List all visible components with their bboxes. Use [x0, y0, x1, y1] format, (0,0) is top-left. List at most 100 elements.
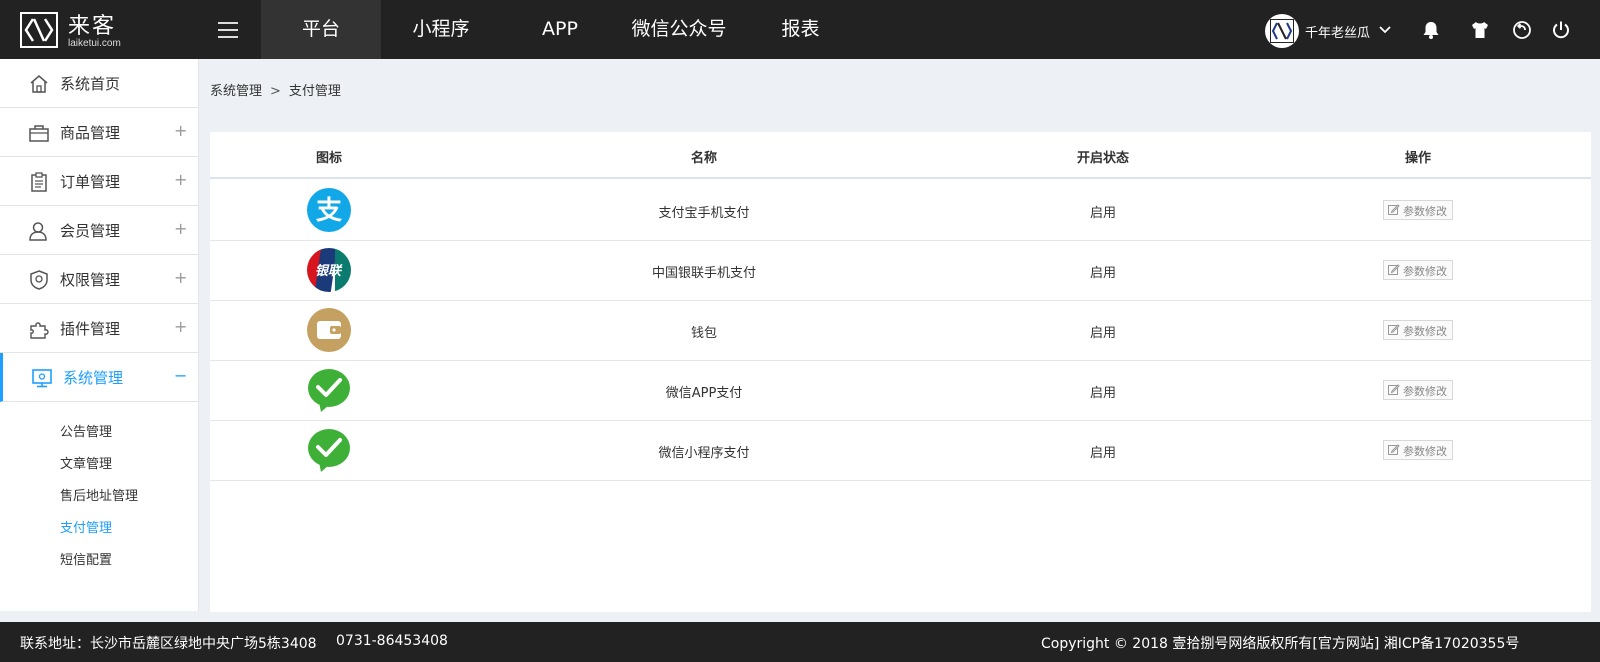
- nav-tab-miniprogram[interactable]: 小程序: [381, 0, 501, 59]
- monitor-icon: [32, 369, 52, 388]
- shield-icon: [30, 270, 48, 290]
- expand-icon: +: [174, 121, 188, 140]
- payment-name: 微信APP支付: [665, 386, 743, 401]
- table-row: 钱包 启用 参数修改: [210, 300, 1591, 361]
- sidebar-item-label: 会员管理: [60, 222, 121, 240]
- sidebar-item-home[interactable]: 系统首页: [0, 59, 199, 108]
- sidebar-item-system[interactable]: 系统管理 −: [0, 353, 199, 402]
- expand-icon: +: [174, 219, 188, 238]
- unionpay-icon: 银联: [307, 248, 351, 292]
- sidebar-subitem-aftersale-address[interactable]: 售后地址管理: [60, 485, 138, 504]
- sidebar-item-label: 插件管理: [60, 320, 121, 338]
- breadcrumb-current: 支付管理: [288, 84, 341, 99]
- top-header: 来客 laiketui.com 平台 小程序 APP 微信公众号 报表 千年老丝…: [0, 0, 1600, 59]
- footer-copyright: Copyright © 2018 壹拾捌号网络版权所有[官方网站] 湘ICP备1…: [1041, 636, 1520, 652]
- alipay-icon: 支: [307, 188, 351, 232]
- edit-params-button[interactable]: 参数修改: [1383, 320, 1453, 340]
- logo[interactable]: 来客 laiketui.com: [20, 10, 170, 50]
- edit-params-label: 参数修改: [1403, 445, 1447, 458]
- sidebar-item-orders[interactable]: 订单管理 +: [0, 157, 199, 206]
- logo-name: 来客: [68, 14, 117, 39]
- column-header-actions: 操作: [1404, 151, 1432, 166]
- puzzle-icon: [30, 322, 49, 339]
- payment-status: 启用: [1089, 206, 1117, 221]
- footer-address: 联系地址：长沙市岳麓区绿地中央广场5栋3408: [20, 636, 317, 652]
- table-row: 银联 中国银联手机支付 启用 参数修改: [210, 240, 1591, 301]
- user-icon: [29, 222, 47, 241]
- edit-params-label: 参数修改: [1403, 205, 1447, 218]
- payment-status: 启用: [1089, 446, 1117, 461]
- breadcrumb: 系统管理 > 支付管理: [210, 80, 341, 99]
- footer-phone: 0731-86453408: [336, 633, 448, 649]
- edit-icon: [1388, 204, 1400, 215]
- edit-params-button[interactable]: 参数修改: [1383, 380, 1453, 400]
- refresh-icon[interactable]: [1512, 20, 1532, 40]
- table-row: 微信APP支付 启用 参数修改: [210, 360, 1591, 421]
- sidebar-item-label: 系统管理: [63, 369, 124, 387]
- nav-tab-platform[interactable]: 平台: [261, 0, 381, 59]
- wechat-pay-icon: [308, 429, 350, 472]
- chevron-down-icon: [1379, 26, 1391, 34]
- user-name: 千年老丝瓜: [1305, 26, 1371, 41]
- sidebar-item-label: 订单管理: [60, 173, 121, 191]
- payment-status: 启用: [1089, 326, 1117, 341]
- sidebar-item-products[interactable]: 商品管理 +: [0, 108, 199, 157]
- edit-params-label: 参数修改: [1403, 325, 1447, 338]
- payment-status: 启用: [1089, 386, 1117, 401]
- edit-params-label: 参数修改: [1403, 265, 1447, 278]
- breadcrumb-parent[interactable]: 系统管理: [210, 84, 262, 99]
- sidebar-item-label: 权限管理: [60, 271, 121, 289]
- payment-name: 支付宝手机支付: [658, 206, 750, 221]
- bag-icon: [29, 125, 49, 142]
- edit-params-button[interactable]: 参数修改: [1383, 260, 1453, 280]
- payment-status: 启用: [1089, 266, 1117, 281]
- edit-params-button[interactable]: 参数修改: [1383, 440, 1453, 460]
- edit-params-button[interactable]: 参数修改: [1383, 200, 1453, 220]
- power-icon[interactable]: [1551, 20, 1571, 40]
- nav-tab-reports[interactable]: 报表: [753, 0, 848, 59]
- edit-params-label: 参数修改: [1403, 385, 1447, 398]
- unionpay-icon-text: 银联: [315, 263, 343, 279]
- edit-icon: [1388, 384, 1400, 395]
- column-header-status: 开启状态: [1076, 151, 1130, 166]
- table-row: 支 支付宝手机支付 启用 参数修改: [210, 180, 1591, 241]
- column-header-name: 名称: [690, 151, 718, 166]
- shirt-icon[interactable]: [1470, 20, 1490, 40]
- sidebar-item-label: 商品管理: [60, 124, 121, 142]
- expand-icon: +: [174, 317, 188, 336]
- edit-icon: [1388, 264, 1400, 275]
- sidebar-item-members[interactable]: 会员管理 +: [0, 206, 199, 255]
- clipboard-icon: [31, 172, 47, 192]
- nav-tab-wechat-official[interactable]: 微信公众号: [619, 0, 739, 59]
- wallet-icon: [307, 308, 351, 352]
- wechat-pay-icon: [308, 369, 350, 412]
- table-row: 微信小程序支付 启用 参数修改: [210, 420, 1591, 481]
- bell-icon[interactable]: [1421, 20, 1441, 40]
- sidebar-subitem-sms[interactable]: 短信配置: [60, 549, 112, 568]
- sidebar-subitem-articles[interactable]: 文章管理: [60, 453, 112, 472]
- payment-name: 中国银联手机支付: [651, 266, 757, 281]
- expand-icon: +: [174, 170, 188, 189]
- expand-icon: +: [174, 268, 188, 287]
- collapse-icon: −: [174, 366, 188, 385]
- sidebar-item-permissions[interactable]: 权限管理 +: [0, 255, 199, 304]
- payment-name: 钱包: [690, 326, 718, 341]
- payment-name: 微信小程序支付: [658, 446, 750, 461]
- column-header-icon: 图标: [315, 151, 343, 166]
- avatar: [1265, 14, 1299, 48]
- breadcrumb-separator: >: [270, 84, 281, 99]
- logo-url: laiketui.com: [68, 38, 121, 49]
- sidebar-item-label: 系统首页: [60, 75, 121, 93]
- menu-toggle-icon[interactable]: [218, 22, 240, 38]
- sidebar-subitem-announcements[interactable]: 公告管理: [60, 421, 112, 440]
- edit-icon: [1388, 444, 1400, 455]
- footer: 联系地址：长沙市岳麓区绿地中央广场5栋3408 0731-86453408 Co…: [0, 622, 1600, 662]
- edit-icon: [1388, 324, 1400, 335]
- sidebar-item-plugins[interactable]: 插件管理 +: [0, 304, 199, 353]
- payment-table: 图标 名称 开启状态 操作 支 支付宝手机支付 启用 参数修改 银联 中国银联手…: [210, 132, 1591, 612]
- sidebar-subitem-payment[interactable]: 支付管理: [60, 517, 112, 536]
- nav-tab-app[interactable]: APP: [501, 0, 619, 59]
- sidebar: 系统首页 商品管理 + 订单管理 + 会员管理 + 权限管理 + 插件管理 + …: [0, 59, 199, 611]
- alipay-icon-glyph: 支: [316, 196, 342, 226]
- logo-mark-icon: [20, 12, 58, 48]
